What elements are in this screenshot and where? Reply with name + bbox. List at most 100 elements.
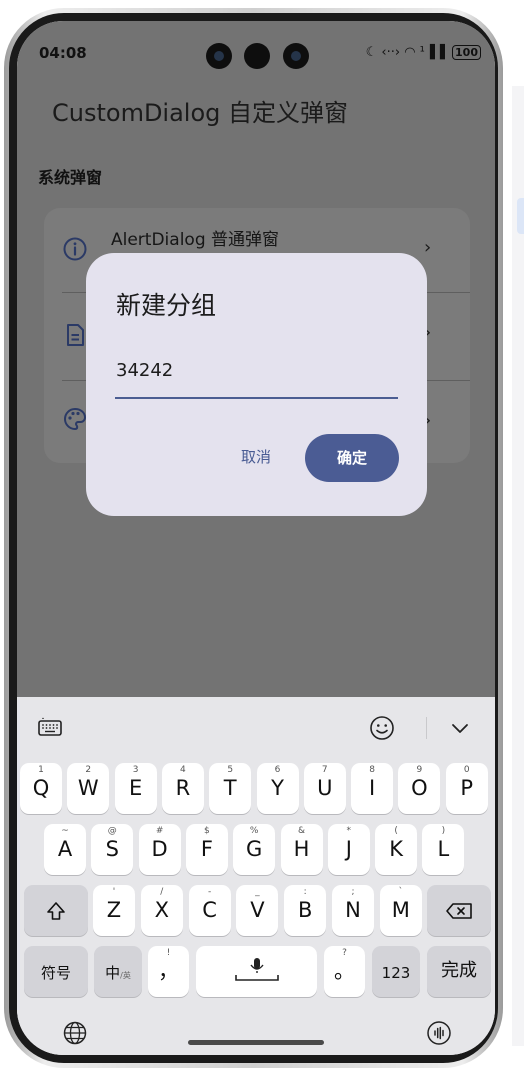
key-n[interactable]: ; N (332, 885, 374, 936)
key-c[interactable]: -C (188, 885, 231, 936)
background-panel (512, 86, 524, 1046)
key-g[interactable]: % G (233, 824, 276, 875)
key-label: H (293, 837, 310, 861)
key-l[interactable]: ) L (422, 824, 465, 875)
key-hint: 0 (463, 765, 470, 775)
emoji-icon[interactable] (369, 715, 395, 741)
soft-keyboard: 1Q2W3E4R5T6Y7U8I9O0P ~ A @ S # D $ F% G & H * J(K) L … (17, 697, 495, 1055)
key-h[interactable]: & H (280, 824, 323, 875)
period-key-label: 。 (334, 959, 355, 983)
status-bar: 04:08 ☾ ‹··› ◠ ¹▐▐ 100 (17, 21, 495, 77)
key-w[interactable]: 2W (67, 763, 110, 814)
cancel-button[interactable]: 取消 (230, 437, 282, 477)
key-label: Y (271, 776, 284, 800)
key-label: C (202, 898, 217, 922)
key-hint: & (297, 826, 306, 836)
info-circle-icon (63, 237, 87, 261)
key-q[interactable]: 1Q (20, 763, 62, 814)
key-label: V (250, 898, 265, 922)
key-x[interactable]: / X (140, 885, 183, 936)
key-t[interactable]: 5T (209, 763, 252, 814)
status-time: 04:08 (39, 44, 87, 62)
key-o[interactable]: 9O (398, 763, 441, 814)
done-key-label: 完成 (441, 960, 477, 981)
section-title: 系统弹窗 (38, 168, 103, 187)
dialog-title: 新建分组 (116, 291, 217, 320)
key-e[interactable]: 3E (114, 763, 157, 814)
key-v[interactable]: _ V (236, 885, 279, 936)
shift-icon (47, 902, 65, 920)
key-hint: 6 (274, 765, 281, 775)
key-m[interactable]: ` M (379, 885, 422, 936)
input-underline (115, 397, 398, 399)
symbols-key-label: 符号 (40, 964, 71, 982)
chevron-right-icon: › (424, 237, 432, 258)
space-key[interactable] (196, 946, 317, 997)
toolbar-divider (426, 717, 427, 739)
key-hint: @ (107, 826, 117, 836)
key-b[interactable]: :B (284, 885, 327, 936)
key-i[interactable]: 8I (351, 763, 394, 814)
key-u[interactable]: 7U (303, 763, 346, 814)
numbers-key[interactable]: 123 (372, 946, 420, 997)
key-label: W (77, 776, 99, 800)
shift-key[interactable] (24, 885, 88, 936)
document-icon (67, 324, 84, 346)
key-hint: 7 (321, 765, 328, 775)
language-sub: /英 (120, 971, 131, 980)
group-name-input[interactable]: 34242 (116, 357, 398, 397)
key-hint: $ (204, 826, 210, 836)
globe-icon[interactable] (62, 1020, 88, 1046)
key-label: U (317, 776, 333, 800)
key-label: D (151, 837, 168, 861)
microphone-icon (235, 958, 279, 981)
key-y[interactable]: 6Y (256, 763, 299, 814)
status-indicator-icons: ☾ ‹··› ◠ ¹▐▐ (365, 45, 445, 60)
backspace-icon (446, 903, 472, 919)
key-hint: 9 (416, 765, 423, 775)
camera-icon (244, 43, 270, 69)
key-label: K (389, 837, 403, 861)
key-a[interactable]: ~ A (44, 824, 86, 875)
key-hint: : (303, 887, 307, 897)
modal-scrim[interactable]: 04:08 ☾ ‹··› ◠ ¹▐▐ 100 CustomDialog 自定义弹… (17, 21, 495, 697)
period-key[interactable]: ? 。 (324, 946, 365, 997)
symbols-key[interactable]: 符号 (24, 946, 88, 997)
key-s[interactable]: @ S (91, 824, 134, 875)
done-key[interactable]: 完成 (427, 946, 491, 997)
key-hint: _ (255, 887, 260, 897)
key-label: O (411, 776, 428, 800)
key-z[interactable]: ' Z (93, 885, 135, 936)
key-hint: ~ (61, 826, 69, 836)
key-hint: 4 (180, 765, 186, 775)
key-hint: # (155, 826, 164, 836)
key-f[interactable]: $ F (185, 824, 228, 875)
key-hint: ; (351, 887, 355, 897)
comma-key[interactable]: ! ， (148, 946, 189, 997)
key-hint: - (207, 887, 212, 897)
key-label: L (437, 837, 450, 861)
camera-icon (283, 43, 309, 69)
key-hint: % (249, 826, 259, 836)
key-p[interactable]: 0P (445, 763, 488, 814)
key-label: G (246, 837, 263, 861)
key-k[interactable]: (K (375, 824, 418, 875)
key-label: M (391, 898, 410, 922)
collapse-keyboard-icon[interactable] (449, 719, 471, 737)
key-label: F (200, 837, 213, 861)
key-d[interactable]: # D (138, 824, 181, 875)
backspace-key[interactable] (427, 885, 491, 936)
key-j[interactable]: * J (327, 824, 370, 875)
background-highlight (517, 198, 524, 234)
phone-screen: 04:08 ☾ ‹··› ◠ ¹▐▐ 100 CustomDialog 自定义弹… (17, 21, 495, 1055)
language-switch-key[interactable]: 中/英 (94, 946, 142, 997)
key-hint: ` (398, 887, 404, 897)
key-r[interactable]: 4R (161, 763, 204, 814)
keyboard-settings-icon[interactable] (37, 717, 63, 737)
key-label: Q (32, 776, 50, 800)
key-hint: * (346, 826, 352, 836)
home-indicator[interactable] (188, 1040, 324, 1045)
key-hint: ) (441, 826, 446, 836)
confirm-button[interactable]: 确定 (305, 434, 399, 482)
voice-input-icon[interactable] (426, 1020, 452, 1046)
